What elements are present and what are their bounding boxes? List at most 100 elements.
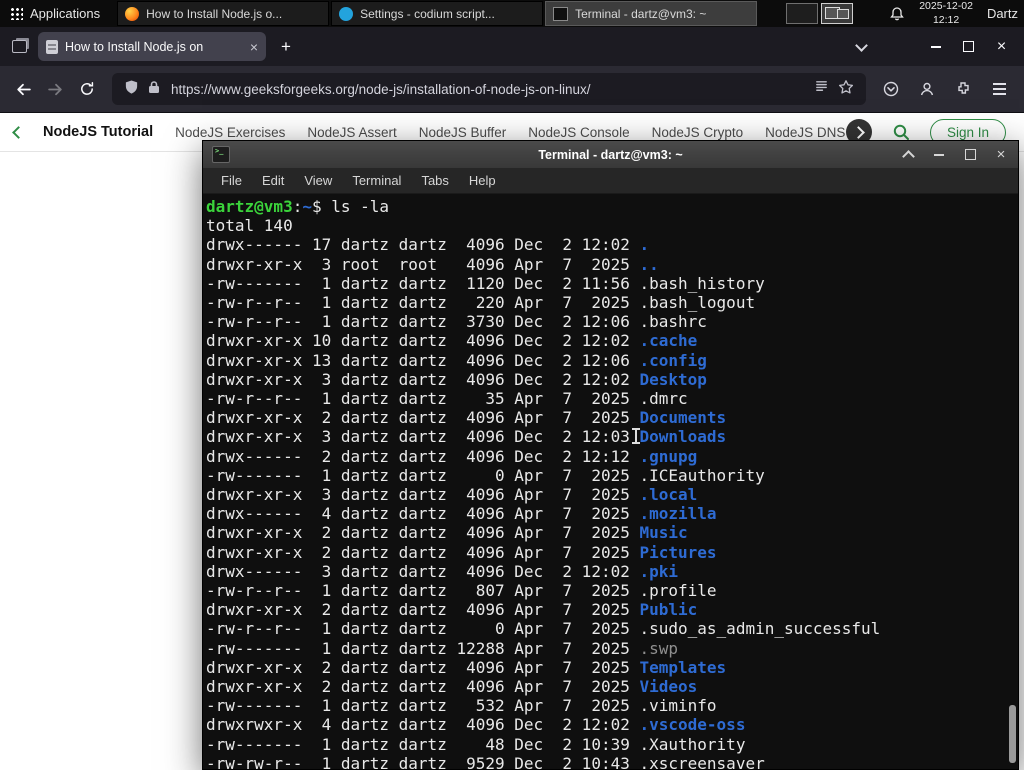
- taskbar-item[interactable]: Terminal - dartz@vm3: ~: [545, 1, 758, 26]
- terminal-line: -rw------- 1 dartz dartz 1120 Dec 2 11:5…: [206, 273, 765, 293]
- url-input[interactable]: [169, 80, 805, 98]
- search-icon[interactable]: [892, 123, 910, 141]
- terminal-title: Terminal - dartz@vm3: ~: [538, 147, 683, 162]
- toolbar-right-icons: [876, 74, 1014, 104]
- taskbar-item[interactable]: Settings - codium script...: [331, 1, 544, 26]
- tab-title: How to Install Node.js on: [65, 39, 204, 54]
- terminal-menubar: File Edit View Terminal Tabs Help: [203, 168, 1018, 194]
- reload-icon[interactable]: [72, 74, 102, 104]
- terminal-line: -rw------- 1 dartz dartz 0 Apr 7 2025 .I…: [206, 465, 765, 485]
- site-nav-item[interactable]: NodeJS Exercises: [175, 125, 285, 140]
- terminal-menu-view[interactable]: View: [294, 173, 342, 188]
- site-nav-item[interactable]: NodeJS DNS: [765, 125, 845, 140]
- tab-close-icon[interactable]: ×: [250, 40, 258, 54]
- terminal-minimize-icon[interactable]: [931, 146, 947, 164]
- prompt-user: dartz@vm3: [206, 197, 293, 216]
- notifications-bell-icon[interactable]: [889, 6, 905, 22]
- taskbar-item-label: How to Install Node.js o...: [146, 6, 283, 21]
- browser-tab[interactable]: How to Install Node.js on ×: [38, 32, 266, 61]
- menu-icon[interactable]: [984, 74, 1014, 104]
- terminal-line: -rw-r--r-- 1 dartz dartz 3730 Dec 2 12:0…: [206, 312, 707, 332]
- terminal-icon: [553, 6, 569, 21]
- site-nav-item[interactable]: NodeJS Buffer: [419, 125, 507, 140]
- user-label: Dartz: [986, 6, 1018, 21]
- terminal-line: -rw------- 1 dartz dartz 532 Apr 7 2025 …: [206, 696, 717, 716]
- new-tab-button[interactable]: +: [272, 33, 300, 61]
- back-icon[interactable]: [8, 74, 38, 104]
- clock-date: 2025-12-02: [919, 0, 973, 13]
- browser-minimize-button[interactable]: [919, 27, 952, 66]
- reader-mode-icon[interactable]: [814, 79, 829, 99]
- terminal-line: -rw-r--r-- 1 dartz dartz 35 Apr 7 2025 .…: [206, 389, 688, 409]
- terminal-line: drwxr-xr-x 2 dartz dartz 4096 Apr 7 2025…: [206, 542, 717, 562]
- terminal-line: drwxr-xr-x 13 dartz dartz 4096 Dec 2 12:…: [206, 350, 707, 370]
- firefox-view-icon[interactable]: [6, 34, 32, 60]
- terminal-line: drwxrwxr-x 4 dartz dartz 4096 Dec 2 12:0…: [206, 715, 746, 735]
- workspace-pager: [786, 3, 854, 24]
- browser-maximize-button[interactable]: [952, 27, 985, 66]
- site-nav-item[interactable]: NodeJS Console: [528, 125, 629, 140]
- terminal-close-icon[interactable]: ×: [993, 146, 1009, 164]
- bookmark-star-icon[interactable]: [838, 79, 854, 100]
- forward-icon[interactable]: [40, 74, 70, 104]
- terminal-line: drwxr-xr-x 3 dartz dartz 4096 Dec 2 12:0…: [206, 427, 727, 447]
- prompt-line: dartz@vm3:~$ ls -la: [206, 197, 390, 216]
- applications-label: Applications: [30, 6, 101, 21]
- terminal-line: drwxr-xr-x 2 dartz dartz 4096 Apr 7 2025…: [206, 677, 698, 697]
- terminal-menu-help[interactable]: Help: [459, 173, 506, 188]
- terminal-line: -rw-r--r-- 1 dartz dartz 0 Apr 7 2025 .s…: [206, 619, 881, 639]
- clock-time: 12:12: [932, 13, 960, 26]
- terminal-output[interactable]: dartz@vm3:~$ ls -la total 140 drwx------…: [203, 194, 1018, 769]
- terminal-window: Terminal - dartz@vm3: ~ × FileEditViewTe…: [202, 140, 1019, 770]
- nav-scroll-left-icon[interactable]: [12, 125, 25, 139]
- applications-grid-icon: [10, 7, 23, 20]
- tab-favicon-icon: [46, 39, 58, 54]
- firefox-icon: [125, 6, 140, 21]
- terminal-line: drwxr-xr-x 2 dartz dartz 4096 Apr 7 2025…: [206, 657, 727, 677]
- terminal-line: drwxr-xr-x 10 dartz dartz 4096 Dec 2 12:…: [206, 331, 698, 351]
- terminal-line: drwxr-xr-x 3 dartz dartz 4096 Apr 7 2025…: [206, 485, 698, 505]
- terminal-menu-terminal[interactable]: Terminal: [342, 173, 411, 188]
- terminal-line: drwx------ 3 dartz dartz 4096 Dec 2 12:0…: [206, 561, 679, 581]
- browser-tab-bar: How to Install Node.js on × + ×: [0, 27, 1024, 66]
- terminal-menu-edit[interactable]: Edit: [252, 173, 294, 188]
- list-all-tabs-icon[interactable]: [847, 33, 875, 61]
- site-nav-item[interactable]: NodeJS Assert: [307, 125, 396, 140]
- terminal-line: drwx------ 4 dartz dartz 4096 Apr 7 2025…: [206, 504, 717, 524]
- browser-toolbar: [0, 66, 1024, 113]
- tracking-shield-icon[interactable]: [124, 79, 139, 100]
- pocket-icon[interactable]: [876, 74, 906, 104]
- terminal-menu-tabs[interactable]: Tabs: [411, 173, 458, 188]
- prompt-path: ~: [302, 197, 312, 216]
- site-nav-item[interactable]: NodeJS Tutorial: [43, 124, 153, 140]
- terminal-maximize-icon[interactable]: [962, 146, 978, 164]
- terminal-line: drwxr-xr-x 2 dartz dartz 4096 Apr 7 2025…: [206, 600, 698, 620]
- workspace-2[interactable]: [821, 3, 854, 24]
- browser-close-button[interactable]: ×: [985, 27, 1018, 66]
- command-text: ls -la: [331, 197, 390, 216]
- terminal-line: -rw-r--r-- 1 dartz dartz 220 Apr 7 2025 …: [206, 293, 756, 313]
- terminal-line: -rw-r--r-- 1 dartz dartz 807 Apr 7 2025 …: [206, 581, 717, 601]
- workspace-1[interactable]: [786, 3, 819, 24]
- terminal-line: drwxr-xr-x 2 dartz dartz 4096 Apr 7 2025…: [206, 408, 727, 428]
- top-panel: Applications How to Install Node.js o...…: [0, 0, 1024, 27]
- codium-icon: [339, 6, 354, 21]
- taskbar-item[interactable]: How to Install Node.js o...: [117, 1, 330, 26]
- applications-menu-button[interactable]: Applications: [0, 0, 110, 27]
- account-icon[interactable]: [912, 74, 942, 104]
- terminal-shade-icon[interactable]: [900, 146, 916, 164]
- terminal-line: -rw-rw-r-- 1 dartz dartz 9529 Dec 2 10:4…: [206, 753, 765, 769]
- terminal-scrollbar[interactable]: [1009, 705, 1016, 763]
- extensions-icon[interactable]: [948, 74, 978, 104]
- terminal-window-buttons: ×: [900, 146, 1009, 164]
- terminal-titlebar[interactable]: Terminal - dartz@vm3: ~ ×: [203, 141, 1018, 168]
- url-bar[interactable]: [112, 73, 866, 105]
- site-nav-item[interactable]: NodeJS Crypto: [652, 125, 744, 140]
- terminal-line: drwx------ 2 dartz dartz 4096 Dec 2 12:1…: [206, 446, 698, 466]
- taskbar-item-label: Settings - codium script...: [360, 6, 495, 21]
- mouse-cursor: [631, 428, 641, 444]
- total-line: total 140: [206, 216, 293, 236]
- terminal-line: -rw------- 1 dartz dartz 12288 Apr 7 202…: [206, 638, 679, 658]
- terminal-menu-file[interactable]: File: [211, 173, 252, 188]
- lock-icon[interactable]: [148, 80, 160, 99]
